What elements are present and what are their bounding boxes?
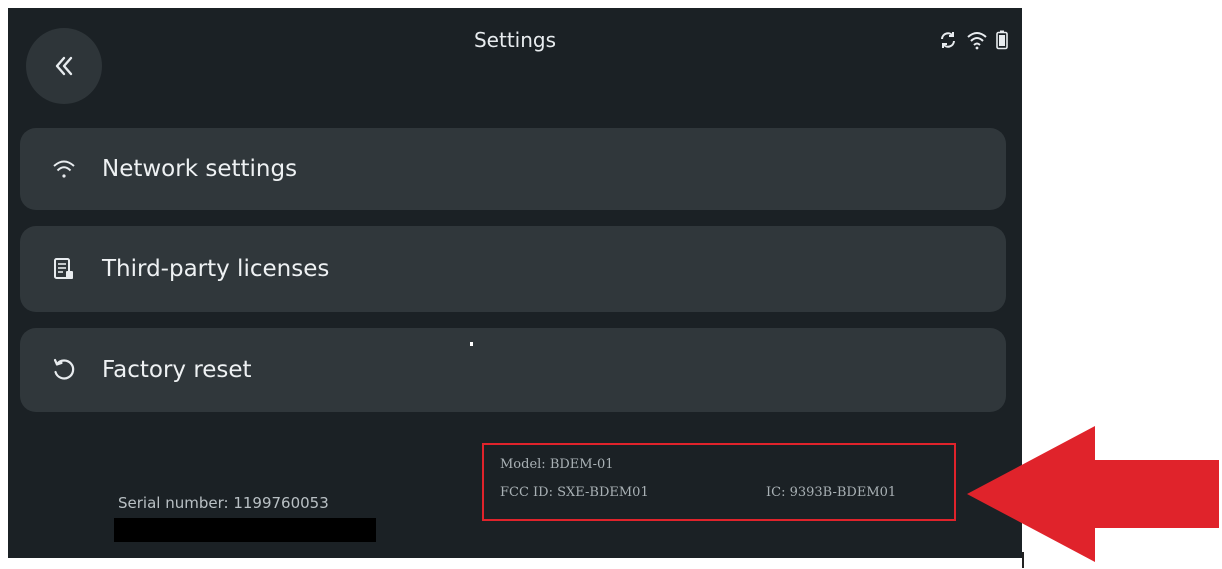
ic-label: IC: 9393B-BDEM01 (766, 485, 897, 500)
serial-number: Serial number: 1199760053 (118, 494, 329, 512)
fcc-id-label: FCC ID: SXE-BDEM01 (500, 485, 649, 500)
model-label: Model: BDEM-01 (500, 457, 614, 472)
sync-icon (941, 32, 955, 48)
redaction-bar (114, 518, 376, 542)
page-title: Settings (473, 28, 557, 52)
menu-item-label: Network settings (102, 156, 298, 182)
menu-item-label: Factory reset (102, 357, 252, 383)
divider (1022, 552, 1024, 568)
battery-icon (996, 30, 1008, 50)
reset-icon (50, 356, 78, 384)
red-arrow-icon (967, 426, 1219, 562)
double-chevron-left-icon (55, 56, 73, 76)
menu-item-label: Third-party licenses (102, 256, 330, 282)
status-bar (938, 30, 1008, 50)
wifi-icon (967, 32, 987, 50)
regulatory-info-box: Model: BDEM-01 FCC ID: SXE-BDEM01 IC: 93… (482, 443, 956, 521)
menu-item-third-party-licenses[interactable]: Third-party licenses (20, 226, 1006, 312)
menu-item-factory-reset[interactable]: Factory reset (20, 328, 1006, 412)
cursor-indicator (470, 342, 473, 346)
wifi-icon (50, 155, 78, 183)
document-icon (50, 255, 78, 283)
menu-item-network-settings[interactable]: Network settings (20, 128, 1006, 210)
